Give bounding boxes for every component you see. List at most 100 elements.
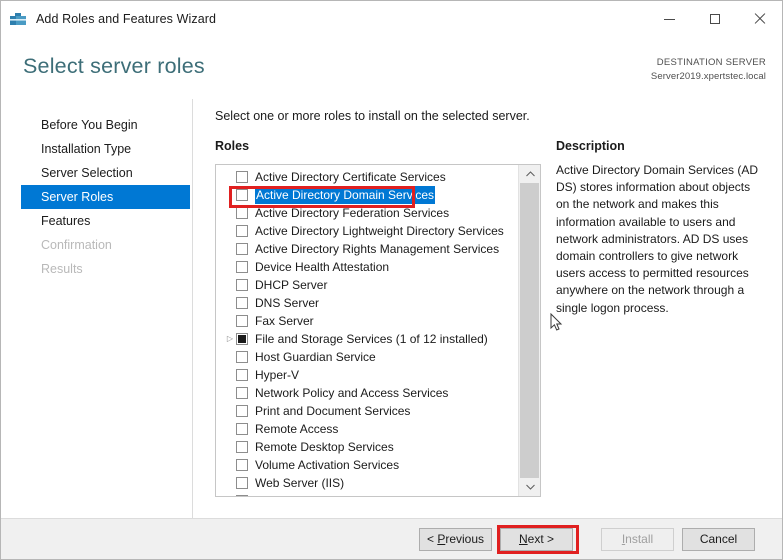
destination-server-label: DESTINATION SERVER	[656, 57, 766, 68]
role-row[interactable]: Print and Document Services	[216, 402, 519, 420]
role-checkbox[interactable]	[236, 495, 248, 496]
sidebar-item-server-roles[interactable]: Server Roles	[21, 185, 190, 209]
install-button-label: Install	[621, 532, 654, 546]
wizard-footer: < Previous Next > Install Cancel	[1, 518, 782, 559]
role-row[interactable]: Web Server (IIS)	[216, 474, 519, 492]
role-checkbox[interactable]	[236, 261, 248, 273]
cancel-button-label: Cancel	[699, 532, 738, 546]
role-checkbox[interactable]	[236, 387, 248, 399]
role-checkbox[interactable]	[236, 423, 248, 435]
role-checkbox[interactable]	[236, 243, 248, 255]
add-roles-wizard-window: Add Roles and Features Wizard Select ser…	[0, 0, 783, 560]
role-row[interactable]: Active Directory Rights Management Servi…	[216, 240, 519, 258]
next-button[interactable]: Next >	[500, 528, 573, 551]
role-row[interactable]: DHCP Server	[216, 276, 519, 294]
role-checkbox[interactable]	[236, 477, 248, 489]
scroll-down-button[interactable]	[519, 478, 540, 496]
minimize-icon	[664, 18, 675, 20]
roles-list: Active Directory Certificate Services Act…	[216, 165, 519, 496]
sidebar-item-features[interactable]: Features	[21, 209, 190, 233]
expand-triangle-icon[interactable]: ▷	[224, 330, 236, 348]
role-checkbox[interactable]	[236, 279, 248, 291]
role-checkbox[interactable]	[236, 297, 248, 309]
role-label: Active Directory Certificate Services	[255, 170, 446, 184]
role-row[interactable]: Fax Server	[216, 312, 519, 330]
description-section-label: Description	[556, 139, 625, 153]
sidebar-item-installation-type[interactable]: Installation Type	[21, 137, 190, 161]
wizard-body: Before You Begin Installation Type Server …	[1, 99, 782, 518]
main-content: Select one or more roles to install on t…	[193, 99, 782, 518]
role-checkbox[interactable]	[236, 207, 248, 219]
role-row[interactable]: Device Health Attestation	[216, 258, 519, 276]
roles-list-scrollbar[interactable]	[518, 165, 540, 496]
role-row[interactable]: Network Policy and Access Services	[216, 384, 519, 402]
minimize-button[interactable]	[647, 2, 692, 37]
role-label: Web Server (IIS)	[255, 476, 345, 490]
description-text: Active Directory Domain Services (AD DS)…	[556, 163, 759, 315]
role-label: Host Guardian Service	[255, 350, 376, 364]
role-label: File and Storage Services (1 of 12 insta…	[255, 332, 488, 346]
maximize-icon	[709, 14, 720, 24]
role-checkbox[interactable]	[236, 225, 248, 237]
description-panel: Active Directory Domain Services (AD DS)…	[556, 162, 766, 317]
role-row[interactable]: Active Directory Lightweight Directory S…	[216, 222, 519, 240]
role-label: Windows Deployment Services	[255, 492, 420, 496]
role-row[interactable]: Active Directory Federation Services	[216, 204, 519, 222]
title-bar: Add Roles and Features Wizard	[1, 1, 782, 38]
page-title: Select server roles	[23, 54, 205, 78]
role-checkbox[interactable]	[236, 189, 248, 201]
destination-server-block: DESTINATION SERVER Server2019.xpertstec.…	[651, 56, 766, 83]
role-row[interactable]: Active Directory Domain Services	[216, 186, 519, 204]
previous-button[interactable]: < Previous	[419, 528, 492, 551]
role-label: Device Health Attestation	[255, 260, 390, 274]
cancel-button[interactable]: Cancel	[682, 528, 755, 551]
role-label: Print and Document Services	[255, 404, 411, 418]
toolbox-icon	[9, 10, 27, 28]
role-label: DNS Server	[255, 296, 320, 310]
window-title: Add Roles and Features Wizard	[36, 12, 217, 26]
page-header: Select server roles DESTINATION SERVER S…	[1, 37, 782, 99]
roles-section-label: Roles	[215, 139, 250, 153]
instruction-text: Select one or more roles to install on t…	[215, 109, 530, 123]
close-icon	[754, 13, 766, 25]
role-label: Hyper-V	[255, 368, 300, 382]
sidebar-item-server-selection[interactable]: Server Selection	[21, 161, 190, 185]
role-label: Active Directory Domain Services	[255, 186, 436, 204]
role-checkbox[interactable]	[236, 459, 248, 471]
role-row[interactable]: Windows Deployment Services	[216, 492, 519, 496]
role-checkbox[interactable]	[236, 171, 248, 183]
role-checkbox[interactable]	[236, 333, 248, 345]
maximize-button[interactable]	[692, 2, 737, 37]
scrollbar-track[interactable]	[519, 183, 540, 478]
role-row[interactable]: Volume Activation Services	[216, 456, 519, 474]
role-row[interactable]: Hyper-V	[216, 366, 519, 384]
destination-server-name: Server2019.xpertstec.local	[650, 70, 766, 82]
role-label: Fax Server	[255, 314, 314, 328]
role-label: DHCP Server	[255, 278, 328, 292]
close-button[interactable]	[737, 2, 782, 37]
role-row[interactable]: Active Directory Certificate Services	[216, 168, 519, 186]
sidebar-item-before-you-begin[interactable]: Before You Begin	[21, 113, 190, 137]
role-row[interactable]: ▷ File and Storage Services (1 of 12 inst…	[216, 330, 519, 348]
previous-button-label: < Previous	[426, 532, 485, 546]
scroll-up-button[interactable]	[519, 165, 540, 183]
role-checkbox[interactable]	[236, 441, 248, 453]
role-label: Remote Desktop Services	[255, 440, 394, 454]
role-checkbox[interactable]	[236, 369, 248, 381]
role-row[interactable]: Remote Desktop Services	[216, 438, 519, 456]
role-row[interactable]: Host Guardian Service	[216, 348, 519, 366]
sidebar-item-confirmation: Confirmation	[41, 238, 112, 252]
role-checkbox[interactable]	[236, 315, 248, 327]
role-label: Active Directory Rights Management Servi…	[255, 242, 500, 256]
next-button-label: Next >	[518, 532, 555, 546]
scrollbar-thumb[interactable]	[520, 183, 539, 478]
roles-list-box[interactable]: Active Directory Certificate Services Act…	[215, 164, 541, 497]
role-row[interactable]: DNS Server	[216, 294, 519, 312]
sidebar-item-results: Results	[41, 262, 83, 276]
role-row[interactable]: Remote Access	[216, 420, 519, 438]
role-checkbox[interactable]	[236, 405, 248, 417]
role-label: Active Directory Federation Services	[255, 206, 450, 220]
role-label: Active Directory Lightweight Directory S…	[255, 224, 504, 238]
role-checkbox[interactable]	[236, 351, 248, 363]
role-label: Remote Access	[255, 422, 339, 436]
